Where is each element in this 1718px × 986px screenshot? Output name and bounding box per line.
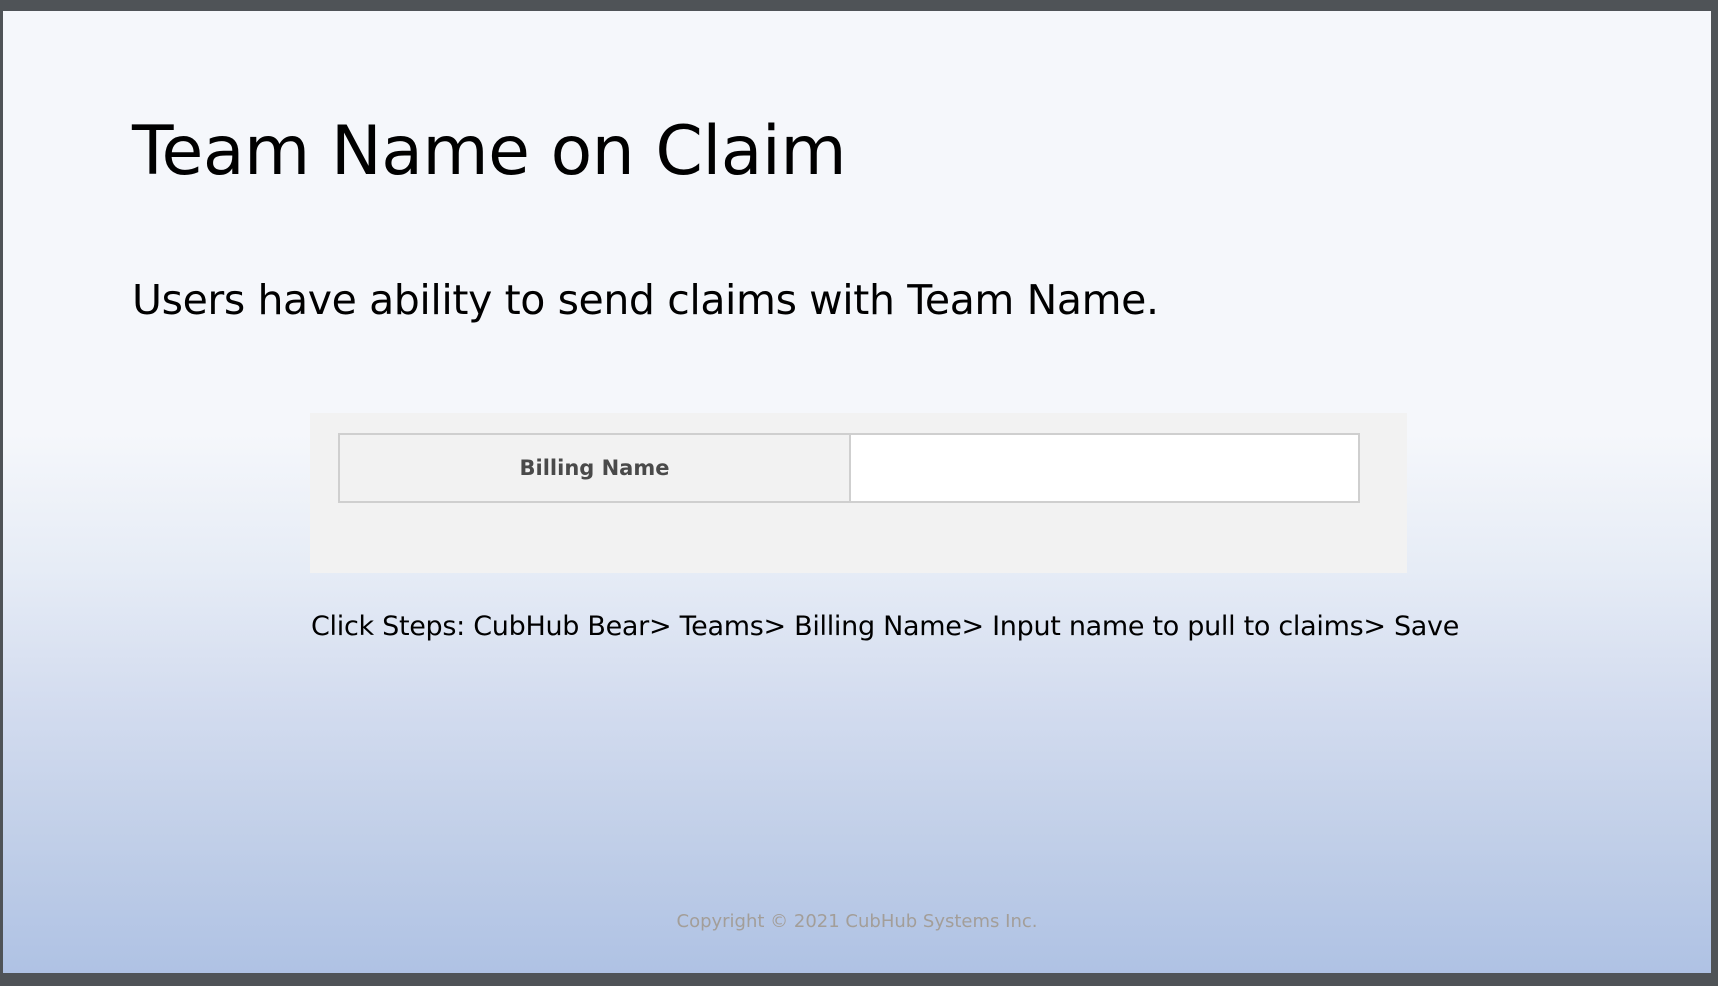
window-frame: Team Name on Claim Users have ability to… [0,0,1718,986]
billing-name-row: Billing Name [338,433,1360,503]
copyright-footer: Copyright © 2021 CubHub Systems Inc. [676,911,1038,932]
billing-name-panel: Billing Name [310,413,1407,573]
slide: Team Name on Claim Users have ability to… [3,11,1711,973]
billing-name-input[interactable] [851,435,1358,501]
slide-title: Team Name on Claim [132,112,847,191]
billing-name-label: Billing Name [340,435,851,501]
click-steps: Click Steps: CubHub Bear> Teams> Billing… [311,611,1460,642]
slide-subtitle: Users have ability to send claims with T… [132,276,1159,324]
